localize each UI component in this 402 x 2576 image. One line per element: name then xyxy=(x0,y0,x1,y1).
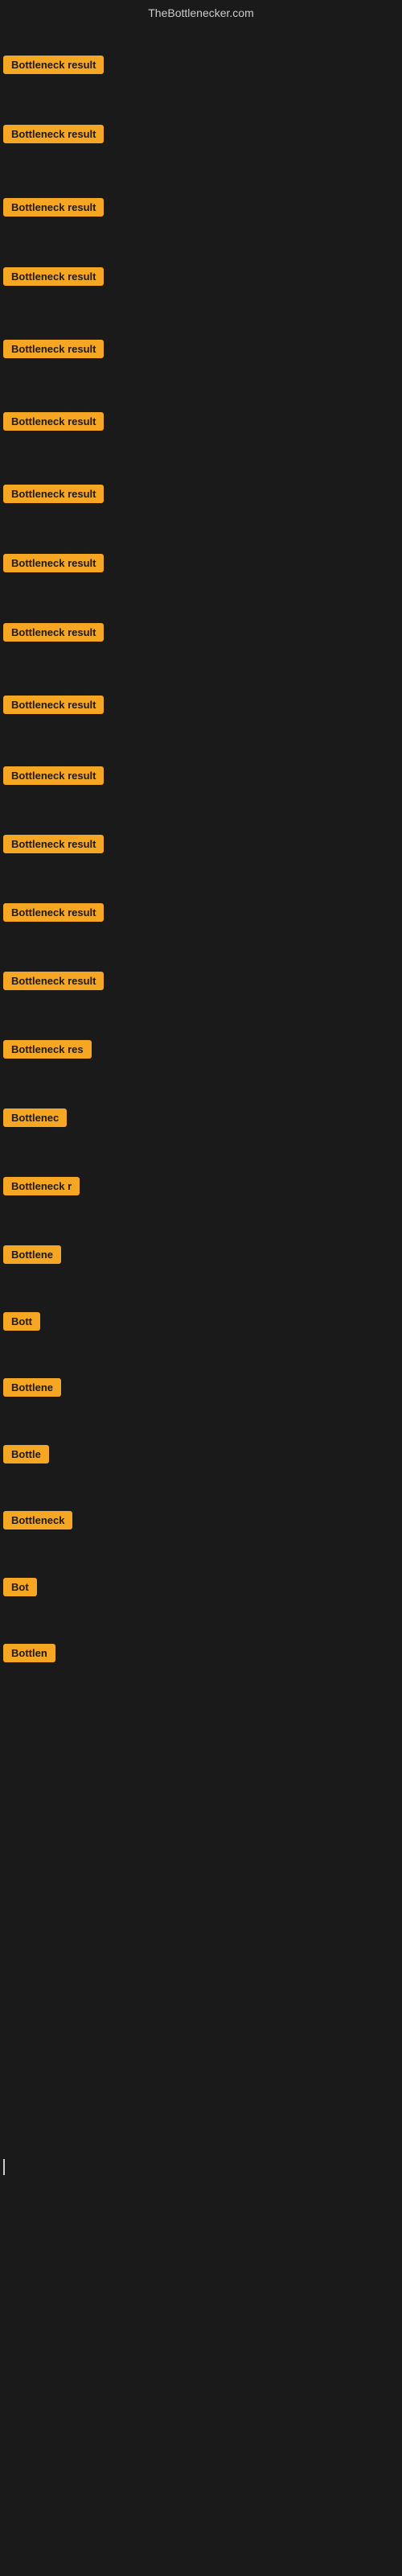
result-row-10: Bottleneck result xyxy=(3,696,104,718)
result-row-4: Bottleneck result xyxy=(3,267,104,290)
result-row-9: Bottleneck result xyxy=(3,623,104,646)
result-row-6: Bottleneck result xyxy=(3,412,104,435)
bottleneck-badge-11[interactable]: Bottleneck result xyxy=(3,766,104,785)
bottleneck-badge-9[interactable]: Bottleneck result xyxy=(3,623,104,642)
bottleneck-badge-13[interactable]: Bottleneck result xyxy=(3,903,104,922)
result-row-23: Bot xyxy=(3,1578,37,1600)
bottleneck-badge-19[interactable]: Bott xyxy=(3,1312,40,1331)
result-row-18: Bottlene xyxy=(3,1245,61,1268)
result-row-17: Bottleneck r xyxy=(3,1177,80,1199)
result-row-8: Bottleneck result xyxy=(3,554,104,576)
text-cursor xyxy=(3,2159,5,2175)
result-row-21: Bottle xyxy=(3,1445,49,1468)
bottleneck-badge-7[interactable]: Bottleneck result xyxy=(3,485,104,503)
result-row-14: Bottleneck result xyxy=(3,972,104,994)
bottleneck-badge-4[interactable]: Bottleneck result xyxy=(3,267,104,286)
result-row-24: Bottlen xyxy=(3,1644,55,1666)
result-row-20: Bottlene xyxy=(3,1378,61,1401)
bottleneck-badge-6[interactable]: Bottleneck result xyxy=(3,412,104,431)
result-row-16: Bottlenec xyxy=(3,1108,67,1131)
result-row-3: Bottleneck result xyxy=(3,198,104,221)
result-row-15: Bottleneck res xyxy=(3,1040,92,1063)
result-row-2: Bottleneck result xyxy=(3,125,104,147)
result-row-7: Bottleneck result xyxy=(3,485,104,507)
bottleneck-badge-18[interactable]: Bottlene xyxy=(3,1245,61,1264)
bottleneck-badge-10[interactable]: Bottleneck result xyxy=(3,696,104,714)
result-row-13: Bottleneck result xyxy=(3,903,104,926)
bottleneck-badge-23[interactable]: Bot xyxy=(3,1578,37,1596)
bottleneck-badge-3[interactable]: Bottleneck result xyxy=(3,198,104,217)
bottleneck-badge-14[interactable]: Bottleneck result xyxy=(3,972,104,990)
bottleneck-badge-16[interactable]: Bottlenec xyxy=(3,1108,67,1127)
bottleneck-badge-22[interactable]: Bottleneck xyxy=(3,1511,72,1530)
bottleneck-badge-12[interactable]: Bottleneck result xyxy=(3,835,104,853)
bottleneck-badge-24[interactable]: Bottlen xyxy=(3,1644,55,1662)
bottleneck-badge-15[interactable]: Bottleneck res xyxy=(3,1040,92,1059)
bottleneck-badge-8[interactable]: Bottleneck result xyxy=(3,554,104,572)
result-row-1: Bottleneck result xyxy=(3,56,104,78)
bottleneck-badge-5[interactable]: Bottleneck result xyxy=(3,340,104,358)
bottleneck-badge-17[interactable]: Bottleneck r xyxy=(3,1177,80,1195)
bottleneck-badge-20[interactable]: Bottlene xyxy=(3,1378,61,1397)
bottleneck-badge-2[interactable]: Bottleneck result xyxy=(3,125,104,143)
bottleneck-badge-21[interactable]: Bottle xyxy=(3,1445,49,1463)
result-row-11: Bottleneck result xyxy=(3,766,104,789)
result-row-12: Bottleneck result xyxy=(3,835,104,857)
result-row-5: Bottleneck result xyxy=(3,340,104,362)
bottleneck-badge-1[interactable]: Bottleneck result xyxy=(3,56,104,74)
result-row-22: Bottleneck xyxy=(3,1511,72,1534)
result-row-19: Bott xyxy=(3,1312,40,1335)
site-title: TheBottlenecker.com xyxy=(0,0,402,26)
